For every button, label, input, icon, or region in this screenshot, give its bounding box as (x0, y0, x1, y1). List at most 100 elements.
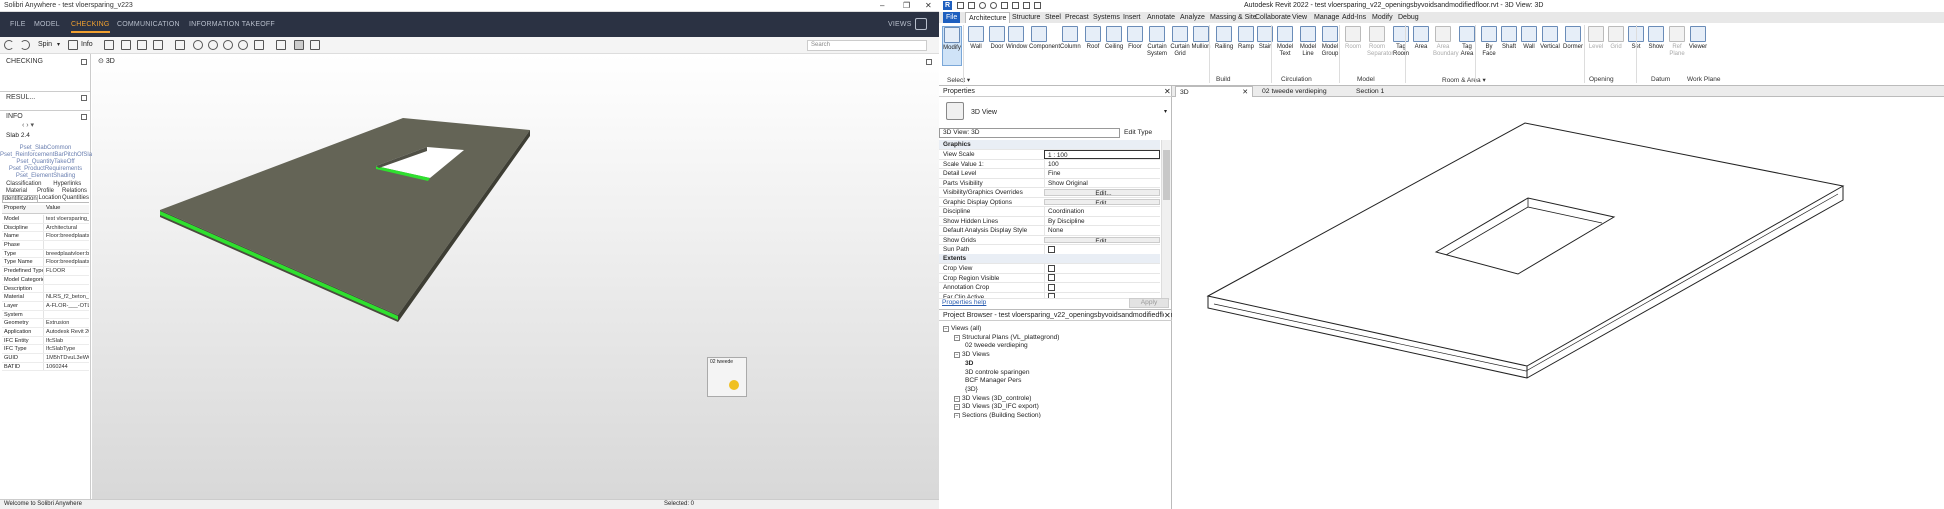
property-row[interactable]: BATID 1060244 (2, 362, 89, 372)
property-row[interactable]: Phase (2, 241, 89, 250)
browser-item[interactable]: −3D Views (954, 351, 990, 359)
property-value[interactable]: Show Original (1044, 178, 1160, 187)
roof-button[interactable]: Roof (1083, 26, 1103, 66)
property-row[interactable]: Graphic Display Options Edit... (939, 198, 1160, 207)
vertical-button[interactable]: Vertical (1540, 26, 1560, 66)
ribbon-tab-manage[interactable]: Manage (1311, 12, 1342, 23)
property-row[interactable]: MaterialNLRS_f2_beton_gr... (2, 293, 89, 302)
nav-arrows[interactable]: ‹ › ▾ (22, 121, 34, 129)
solibri-3d-view[interactable]: ⊙ 3D 02 tweede (92, 54, 939, 499)
box-icon[interactable] (153, 40, 163, 50)
slab-wireframe[interactable] (1172, 97, 1944, 509)
property-row[interactable]: Modeltest vloersparing_... (2, 215, 89, 224)
property-row[interactable]: IFC Entity IfcSlab (2, 336, 89, 346)
ribbon-tab-collaborate[interactable]: Collaborate (1252, 12, 1294, 23)
close-icon[interactable]: ✕ (1164, 311, 1171, 320)
undo-icon[interactable] (4, 40, 14, 50)
select-multiple-icon[interactable] (121, 40, 131, 50)
browser-item[interactable]: {3D} (965, 386, 978, 393)
measure-icon[interactable] (1012, 2, 1019, 9)
ribbon-tab-add-ins[interactable]: Add-Ins (1339, 12, 1369, 23)
area-boundary-button[interactable]: Area Boundary (1433, 26, 1459, 66)
ramp-button[interactable]: Ramp (1236, 26, 1256, 66)
ribbon-group-label[interactable]: Room & Area ▾ (1442, 76, 1486, 84)
wall-button[interactable]: Wall (1519, 26, 1539, 66)
property-column-header[interactable]: Property (2, 205, 44, 213)
ribbon-tab-systems[interactable]: Systems (1090, 12, 1123, 23)
tab-quantities[interactable]: Quantities (62, 195, 89, 202)
window-button[interactable]: Window (1006, 26, 1027, 66)
property-row[interactable]: IFC Type IfcSlabType (2, 345, 89, 354)
property-value[interactable]: Coordination (1044, 207, 1160, 216)
ribbon-tab-analyze[interactable]: Analyze (1177, 12, 1208, 23)
door-button[interactable]: Door (987, 26, 1007, 66)
modify-button[interactable]: Modify (942, 26, 962, 66)
section-box-icon[interactable] (175, 40, 185, 50)
pset-link[interactable]: Pset_ElementShading (0, 173, 91, 179)
dormer-button[interactable]: Dormer (1563, 26, 1583, 66)
undo-icon[interactable] (979, 2, 986, 9)
by-face-button[interactable]: By Face (1479, 26, 1499, 66)
extent-row[interactable]: Crop View (939, 264, 1160, 274)
value-column-header[interactable]: Value (44, 205, 60, 213)
spin-button[interactable]: Spin (38, 41, 52, 48)
property-row[interactable]: Discipline Coordination (939, 207, 1160, 217)
pset-link[interactable]: Pset_QuantityTakeOff (0, 159, 91, 165)
pset-link[interactable]: Pset_SlabCommon (0, 145, 91, 151)
views-icon[interactable] (915, 18, 927, 30)
properties-scrollbar[interactable] (1161, 140, 1171, 300)
browser-item[interactable]: −3D Views (3D_controle) (954, 395, 1032, 402)
redo-icon[interactable] (990, 2, 997, 9)
property-row[interactable]: Geometry Extrusion (2, 319, 89, 328)
zoom-window-icon[interactable] (238, 40, 248, 50)
ref-plane-button[interactable]: Ref Plane (1667, 26, 1687, 66)
menu-model[interactable]: MODEL (34, 21, 60, 28)
railing-button[interactable]: Railing (1214, 26, 1234, 66)
area-button[interactable]: Area (1411, 26, 1431, 66)
chevron-down-icon[interactable]: ▾ (1164, 108, 1167, 115)
property-row[interactable]: NameFloor:breedplaats... (2, 232, 89, 242)
property-row[interactable]: Discipline Architectural (2, 223, 89, 233)
camera-icon[interactable] (294, 40, 304, 50)
extents-section[interactable]: Extents (939, 254, 1160, 264)
tab-section-1[interactable]: Section 1 (1352, 86, 1428, 97)
extent-row[interactable]: Crop Region Visible (939, 273, 1160, 283)
level-button[interactable]: Level (1586, 26, 1606, 66)
property-row[interactable]: Show Hidden Lines By Discipline (939, 216, 1160, 226)
slice-icon[interactable] (276, 40, 286, 50)
save-icon[interactable] (968, 2, 975, 9)
expand-toggle-icon[interactable]: − (954, 413, 960, 418)
property-row[interactable]: Description (2, 284, 89, 294)
browser-item[interactable]: 3D controle sparingen (965, 369, 1030, 376)
expand-toggle-icon[interactable]: − (954, 352, 960, 359)
zoom-out-icon[interactable] (223, 40, 233, 50)
ribbon-tab-file[interactable]: File (943, 12, 961, 23)
browser-item[interactable]: − Views (all) (943, 325, 981, 332)
slab-top-face[interactable] (160, 118, 530, 315)
checking-panel-header[interactable]: CHECKING (0, 56, 91, 68)
browser-item[interactable]: − Structural Plans (VL_plattegrond) (954, 334, 1060, 341)
cursor-icon[interactable] (254, 40, 264, 50)
tab-location[interactable]: Location (38, 195, 62, 202)
property-value[interactable]: Edit... (1044, 189, 1160, 196)
slab-top-outline[interactable] (1206, 122, 1845, 367)
checkbox[interactable] (1048, 283, 1055, 291)
browser-item[interactable]: BCF Manager Pers (965, 377, 1021, 384)
property-row[interactable]: ApplicationAutodesk Revit 20... (2, 327, 89, 337)
property-value[interactable]: 100 (1044, 159, 1160, 168)
ribbon-tab-view[interactable]: View (1289, 12, 1310, 23)
3d-view-icon[interactable] (1034, 2, 1041, 9)
search-input[interactable]: Search (807, 40, 927, 51)
ribbon-tab-debug[interactable]: Debug (1395, 12, 1422, 23)
curtain-grid-button[interactable]: Curtain Grid (1170, 26, 1190, 66)
ribbon-tab-architecture[interactable]: Architecture (965, 12, 1011, 23)
slab-3d-model[interactable] (92, 54, 939, 499)
layers-icon[interactable] (310, 40, 320, 50)
scrollbar-thumb[interactable] (1163, 150, 1170, 200)
zoom-extents-icon[interactable] (193, 40, 203, 50)
room-button[interactable]: Room (1343, 26, 1363, 66)
pset-link[interactable]: Pset_ReinforcementBarPitchOfSlab (0, 152, 95, 158)
component-button[interactable]: Component (1029, 26, 1060, 66)
apply-button[interactable]: Apply (1129, 298, 1169, 308)
property-row[interactable]: Default Analysis Display Style None (939, 226, 1160, 236)
